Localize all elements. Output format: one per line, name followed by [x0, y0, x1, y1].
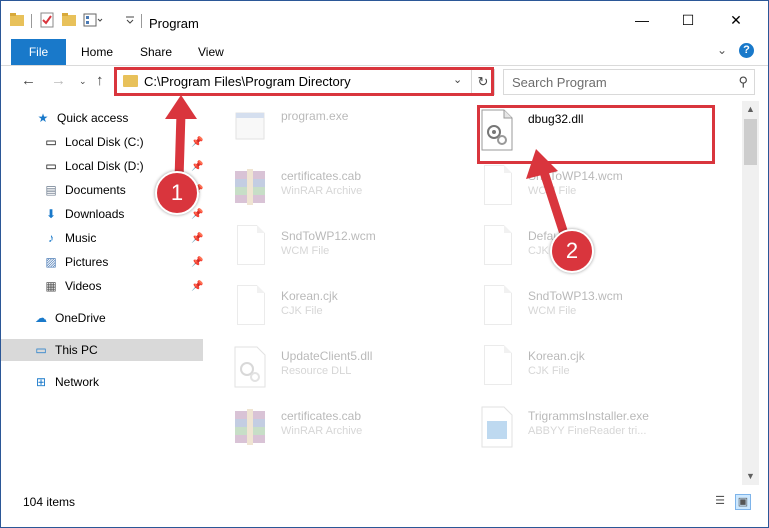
arrow-shaft-1: [174, 112, 186, 180]
explorer-window: Program — ☐ ✕ File Home Share View ⌄ ? ←…: [0, 0, 769, 528]
step-2-badge: 2: [550, 229, 594, 273]
annotation-arrows: [165, 95, 572, 245]
step-1-badge: 1: [155, 171, 199, 215]
arrow-head-1: [165, 95, 197, 119]
arrow-head-2: [526, 149, 558, 179]
